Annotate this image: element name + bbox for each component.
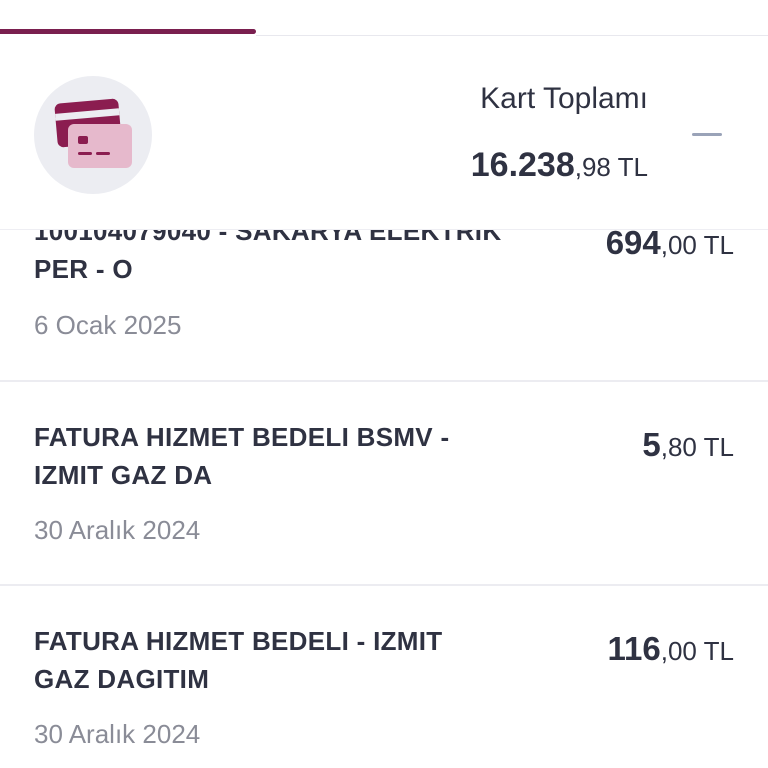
minus-icon [692,133,722,136]
collapse-button[interactable] [692,128,722,142]
transaction-amount-integer: 5 [642,426,661,463]
tab-bar [0,0,768,36]
card-total-integer: 16.238 [470,146,575,184]
transaction-title: FATURA HIZMET BEDELI - IZMIT GAZ DAGITIM [34,626,443,694]
transaction-date: 30 Aralık 2024 [34,515,201,545]
transaction-amount-decimal: ,80 TL [660,432,734,462]
active-tab-indicator [0,29,256,34]
transaction-date: 30 Aralık 2024 [34,719,201,749]
transaction-date: 6 Ocak 2025 [34,310,182,340]
transaction-amount-integer: 116 [607,630,661,667]
transaction-amount: 5,80 TL [642,426,734,464]
transaction-row[interactable]: FATURA HIZMET BEDELI BSMV - IZMIT GAZ DA… [0,382,768,586]
card-total-decimal: ,98 TL [574,152,648,182]
transaction-amount-decimal: ,00 TL [660,636,734,666]
transaction-title: FATURA HIZMET BEDELI BSMV - IZMIT GAZ DA [34,422,450,490]
transaction-row[interactable]: FATURA HIZMET BEDELI - IZMIT GAZ DAGITIM… [0,586,768,768]
card-summary-header: Kart Toplamı 16.238,98 TL [0,36,768,230]
credit-cards-icon [34,76,152,194]
card-total-label: Kart Toplamı [480,82,648,115]
transaction-amount-decimal: ,00 TL [660,230,734,260]
transaction-amount: 116,00 TL [608,630,735,668]
card-total-amount: 16.238,98 TL [471,146,648,185]
card-front-shape [68,124,132,168]
